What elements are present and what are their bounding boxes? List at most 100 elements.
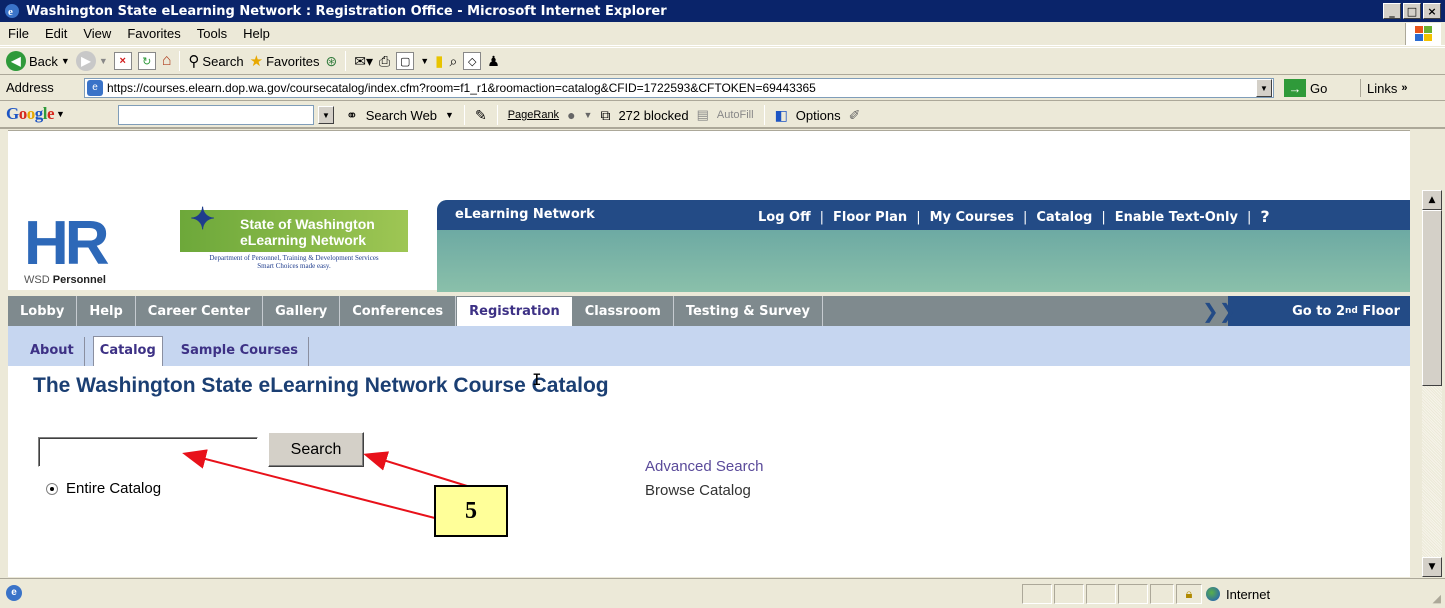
nav-tab-lobby[interactable]: Lobby (8, 296, 78, 326)
forward-dropdown-icon[interactable]: ▼ (99, 56, 108, 66)
forward-button[interactable]: ▶ ▼ (75, 51, 108, 71)
nav-tab-gallery[interactable]: Gallery (263, 296, 341, 326)
media-icon[interactable]: ⊛ (326, 53, 338, 70)
browse-catalog-link[interactable]: Browse Catalog (645, 482, 751, 499)
nav-tab-help[interactable]: Help (77, 296, 136, 326)
menu-favorites[interactable]: Favorites (127, 26, 180, 41)
nav-tab-classroom[interactable]: Classroom (573, 296, 674, 326)
address-url: https://courses.elearn.dop.wa.gov/course… (107, 81, 816, 95)
info-icon[interactable]: ● (567, 107, 575, 123)
address-bar: Address e https://courses.elearn.dop.wa.… (0, 75, 1445, 101)
top-nav-text-only[interactable]: Enable Text-Only (1115, 210, 1238, 225)
go-button[interactable]: → Go (1284, 79, 1327, 97)
news-icon[interactable]: ✎ (475, 107, 487, 124)
double-chevron-icon: ❯❯ (1202, 299, 1236, 323)
nav-tab-registration[interactable]: Registration (456, 296, 573, 326)
options-button[interactable]: Options (796, 108, 841, 123)
hr-sub-prefix: WSD (24, 274, 50, 286)
address-input[interactable]: e https://courses.elearn.dop.wa.gov/cour… (84, 78, 1274, 98)
scroll-thumb[interactable] (1422, 210, 1442, 386)
radio-selected-icon[interactable] (46, 482, 58, 495)
scroll-down-icon[interactable]: ▼ (1422, 557, 1442, 577)
go-to-2nd-floor-button[interactable]: ❯❯ Go to 2nd Floor (1202, 296, 1410, 326)
sub-nav: About Catalog Sample Courses (8, 326, 1410, 366)
refresh-icon[interactable]: ↻ (137, 52, 156, 70)
top-nav-separator: | (1246, 210, 1252, 225)
frame-edge (0, 129, 8, 577)
status-panel (1022, 584, 1052, 604)
discuss-icon[interactable]: ▮ (435, 52, 443, 70)
menu-file[interactable]: File (8, 26, 29, 41)
info-dropdown-icon[interactable]: ▼ (584, 110, 593, 120)
top-nav-my-courses[interactable]: My Courses (930, 210, 1014, 225)
nav-tab-career-center[interactable]: Career Center (136, 296, 264, 326)
messenger-icon[interactable]: ◇ (463, 52, 482, 70)
floor-label-sup: nd (1345, 306, 1358, 316)
entire-catalog-option[interactable]: Entire Catalog (46, 480, 161, 497)
edit-dropdown-icon[interactable]: ▼ (420, 56, 429, 66)
scroll-up-icon[interactable]: ▲ (1422, 190, 1442, 210)
window-title-bar[interactable]: e Washington State eLearning Network : R… (0, 0, 1445, 22)
edit-icon[interactable]: ▢ (396, 52, 415, 70)
pencil-icon: ✐ (848, 106, 861, 123)
resize-grip-icon[interactable]: ◢ (1433, 592, 1441, 605)
sub-tab-sample-courses[interactable]: Sample Courses (163, 337, 309, 366)
svg-text:e: e (8, 6, 13, 18)
menu-help[interactable]: Help (243, 26, 270, 41)
minimize-button[interactable]: _ (1383, 3, 1401, 19)
google-toolbar: Google ▼ ▼ ⚭ Search Web ▼ ✎ PageRank ● ▼… (0, 101, 1445, 129)
catalog-search-input[interactable] (38, 437, 258, 467)
stop-icon[interactable]: × (113, 52, 132, 70)
back-button[interactable]: ◀ Back ▼ (6, 51, 70, 71)
catalog-search-button[interactable]: Search (268, 432, 364, 467)
sub-tab-catalog[interactable]: Catalog (92, 336, 163, 366)
hr-logo[interactable]: HR WSD Personnel (24, 209, 110, 287)
top-nav-log-off[interactable]: Log Off (758, 210, 811, 225)
print-icon[interactable]: ⎙ (379, 53, 390, 70)
nav-tab-testing-survey[interactable]: Testing & Survey (674, 296, 823, 326)
toolbar-separator (179, 51, 181, 71)
close-button[interactable]: × (1423, 3, 1441, 19)
back-arrow-icon: ◀ (6, 51, 26, 71)
research-icon[interactable]: ⌕ (449, 53, 457, 70)
status-panel (1086, 584, 1116, 604)
network-title: eLearning Network (455, 207, 595, 222)
google-menu-dropdown-icon[interactable]: ▼ (56, 109, 65, 119)
mail-icon[interactable]: ✉▾ (354, 53, 373, 70)
status-panel (1118, 584, 1148, 604)
back-dropdown-icon[interactable]: ▼ (61, 56, 70, 66)
security-zone[interactable]: Internet (1200, 584, 1425, 604)
status-lock-panel[interactable]: 🔒︎ (1176, 584, 1202, 604)
favorites-button[interactable]: ★ Favorites (250, 52, 320, 70)
search-web-button[interactable]: Search Web (366, 108, 437, 123)
status-panel (1150, 584, 1174, 604)
links-button[interactable]: Links » (1360, 79, 1407, 97)
menu-tools[interactable]: Tools (197, 26, 227, 41)
page-icon: e (87, 80, 103, 96)
google-search-input[interactable] (118, 105, 314, 125)
advanced-search-link[interactable]: Advanced Search (645, 458, 763, 475)
menu-view[interactable]: View (83, 26, 111, 41)
contacts-icon[interactable]: ♟ (487, 53, 500, 70)
address-dropdown-icon[interactable]: ▼ (1256, 79, 1272, 97)
sub-tab-about[interactable]: About (20, 337, 85, 366)
popup-blocked-count[interactable]: 272 blocked (618, 108, 688, 123)
autofill-button[interactable]: AutoFill (717, 109, 754, 121)
pagerank-label: PageRank (507, 109, 560, 121)
wa-elearning-logo[interactable]: ✦ State of Washington eLearning Network … (180, 205, 408, 270)
search-button[interactable]: ⚲ Search (188, 52, 243, 70)
home-icon[interactable]: ⌂ (162, 52, 172, 70)
top-nav-catalog[interactable]: Catalog (1036, 210, 1092, 225)
maximize-button[interactable]: □ (1403, 3, 1421, 19)
google-search-dropdown-icon[interactable]: ▼ (318, 106, 334, 124)
menu-edit[interactable]: Edit (45, 26, 67, 41)
google-logo[interactable]: Google (6, 104, 55, 124)
top-nav-floor-plan[interactable]: Floor Plan (833, 210, 907, 225)
hr-letters: HR (24, 209, 110, 278)
vertical-scrollbar[interactable]: ▲ ▼ (1422, 190, 1442, 577)
search-web-dropdown-icon[interactable]: ▼ (445, 110, 454, 120)
nav-tab-conferences[interactable]: Conferences (340, 296, 457, 326)
help-question-icon[interactable]: ? (1260, 209, 1269, 225)
page-title: The Washington State eLearning Network C… (33, 374, 609, 397)
entire-catalog-label: Entire Catalog (66, 480, 162, 497)
